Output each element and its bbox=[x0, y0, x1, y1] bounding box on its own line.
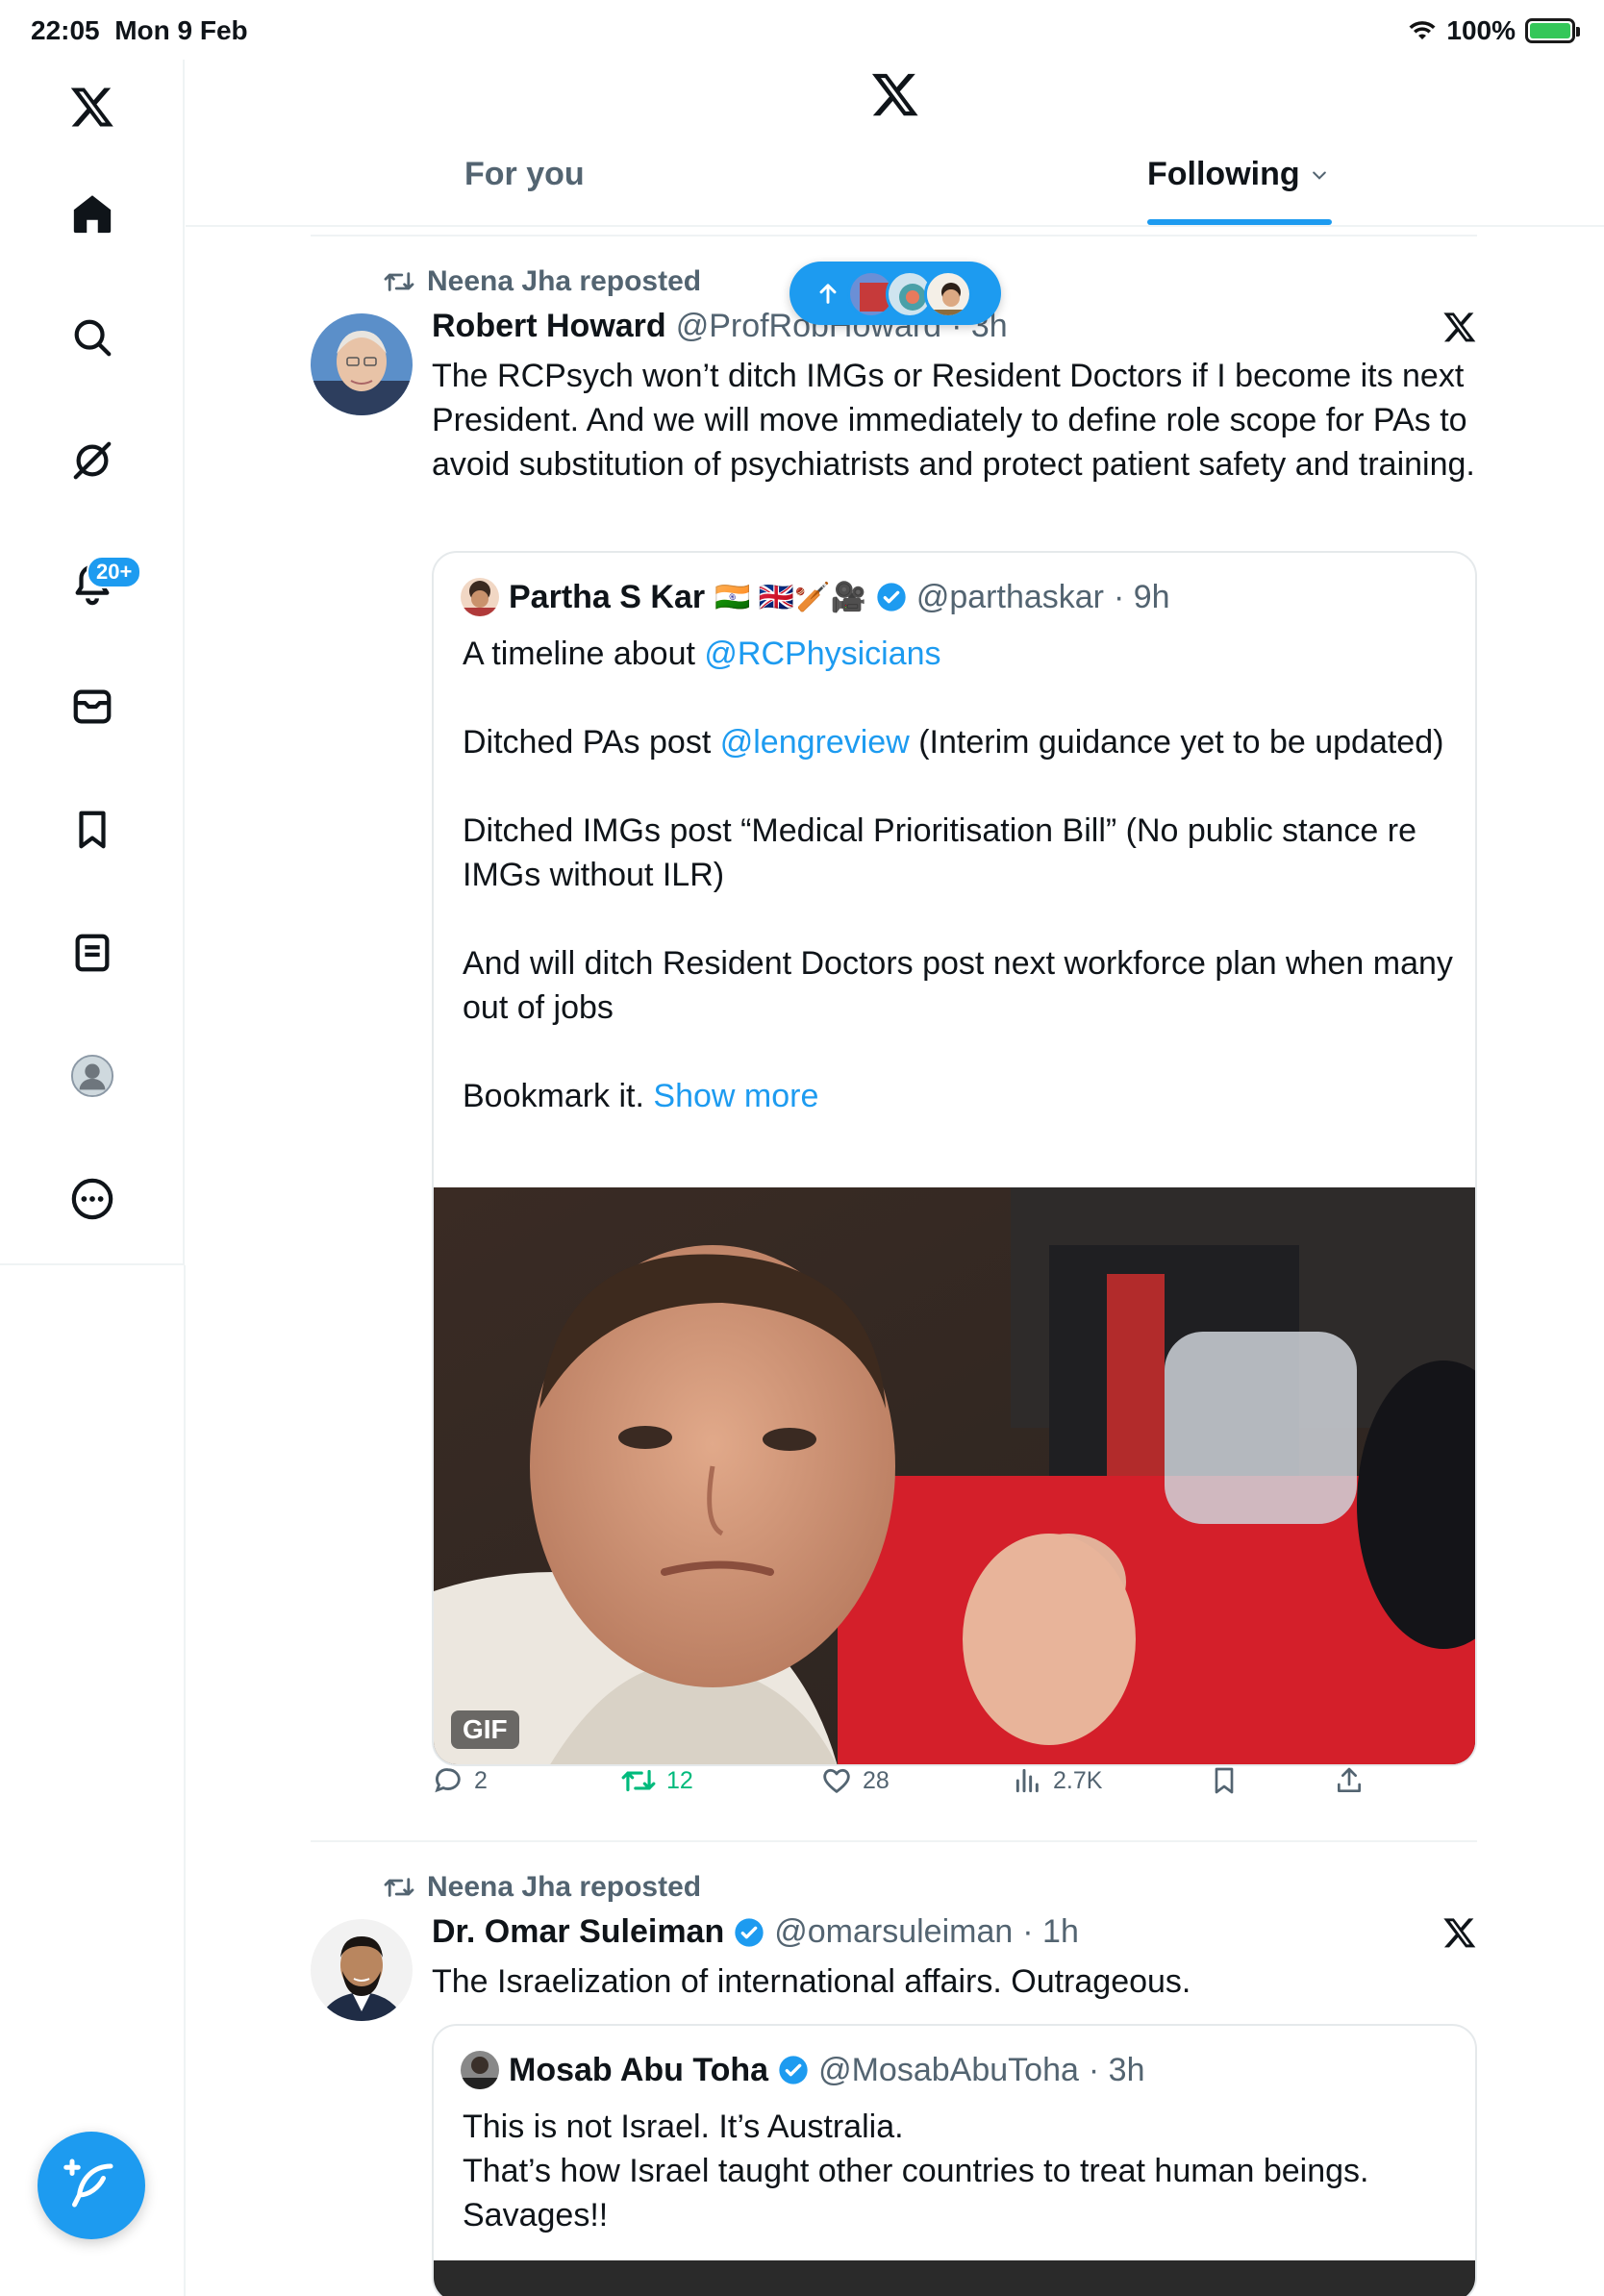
avatar bbox=[461, 2051, 499, 2089]
author-name[interactable]: Dr. Omar Suleiman bbox=[432, 1913, 724, 1951]
home-icon[interactable] bbox=[0, 192, 185, 237]
quote-text: This is not Israel. It’s Australia. That… bbox=[463, 2109, 1369, 2234]
profile-icon[interactable] bbox=[0, 1054, 185, 1098]
tab-for-you[interactable]: For you bbox=[464, 156, 585, 193]
bookmark-button[interactable] bbox=[1209, 1765, 1240, 1796]
quote-author-flags: 🇮🇳 🇬🇧🏏🎥 bbox=[714, 581, 866, 613]
more-icon[interactable] bbox=[0, 1177, 185, 1221]
quote-time: · 3h bbox=[1088, 2051, 1145, 2088]
compose-button[interactable] bbox=[38, 2132, 145, 2239]
repost-by-link[interactable]: Neena Jha reposted bbox=[427, 265, 701, 298]
repost-indicator: Neena Jha reposted bbox=[383, 1871, 701, 1904]
post-divider bbox=[311, 1840, 1477, 1842]
like-button[interactable]: 28 bbox=[820, 1764, 890, 1797]
timeline-header: For you Following bbox=[186, 60, 1604, 227]
messages-icon[interactable] bbox=[0, 685, 185, 729]
media-preview[interactable] bbox=[434, 2260, 1475, 2296]
bookmark-icon bbox=[1215, 1767, 1234, 1794]
feed-divider bbox=[311, 235, 1477, 237]
mention-link[interactable]: @lengreview bbox=[720, 724, 910, 761]
avatar bbox=[461, 578, 499, 616]
gif-media[interactable]: GIF bbox=[434, 1187, 1475, 1764]
repost-indicator: Neena Jha reposted bbox=[383, 265, 701, 298]
x-logo-icon[interactable] bbox=[1442, 310, 1477, 349]
search-icon[interactable] bbox=[0, 315, 185, 360]
arrow-up-icon bbox=[819, 284, 837, 304]
quote-text: A timeline about @RCPhysicians Ditched P… bbox=[463, 636, 1453, 1114]
repost-by-link[interactable]: Neena Jha reposted bbox=[427, 1871, 701, 1904]
views-icon bbox=[1015, 1768, 1039, 1793]
chevron-down-icon bbox=[1312, 171, 1326, 180]
heart-icon bbox=[823, 1768, 850, 1793]
views-button[interactable]: 2.7K bbox=[1013, 1765, 1102, 1796]
left-sidebar bbox=[0, 60, 185, 1265]
post-time[interactable]: · 1h bbox=[1022, 1913, 1079, 1951]
compose-icon bbox=[63, 2159, 113, 2208]
notification-badge: 20+ bbox=[87, 556, 142, 588]
x-logo-icon[interactable] bbox=[0, 84, 185, 130]
author-name[interactable]: Robert Howard bbox=[432, 308, 666, 345]
active-tab-indicator bbox=[1147, 219, 1332, 225]
post[interactable]: Neena Jha reposted Robert Howard @ProfRo… bbox=[311, 260, 1477, 1836]
quoted-post[interactable]: Mosab Abu Toha @MosabAbuToha · 3h This i… bbox=[432, 2024, 1477, 2296]
battery-percent: 100% bbox=[1446, 15, 1516, 45]
avatar[interactable] bbox=[311, 1919, 413, 2021]
tab-following[interactable]: Following bbox=[1147, 156, 1329, 193]
battery-icon bbox=[1525, 18, 1580, 43]
status-time: 22:05 Mon 9 Feb bbox=[31, 15, 248, 45]
status-bar: 22:05 Mon 9 Feb 100% bbox=[0, 0, 1604, 60]
share-icon bbox=[1338, 1767, 1361, 1792]
share-button[interactable] bbox=[1334, 1765, 1365, 1796]
post-author: Dr. Omar Suleiman @omarsuleiman · 1h bbox=[432, 1913, 1079, 1951]
quote-header: Mosab Abu Toha @MosabAbuToha · 3h bbox=[461, 2051, 1144, 2089]
gif-label: GIF bbox=[451, 1710, 519, 1749]
author-handle[interactable]: @omarsuleiman bbox=[774, 1913, 1013, 1951]
x-logo-icon[interactable] bbox=[1442, 1915, 1477, 1955]
verified-badge-icon bbox=[735, 1917, 764, 1947]
x-logo-icon[interactable] bbox=[870, 69, 920, 124]
repost-icon bbox=[621, 1769, 656, 1792]
lists-icon[interactable] bbox=[0, 931, 185, 975]
wifi-icon bbox=[1409, 21, 1436, 39]
reply-icon bbox=[435, 1768, 461, 1793]
quoted-post[interactable]: Partha S Kar 🇮🇳 🇬🇧🏏🎥 @parthaskar · 9h A … bbox=[432, 551, 1477, 1766]
mention-link[interactable]: @RCPhysicians bbox=[704, 636, 940, 672]
post-text: The RCPsych won’t ditch IMGs or Resident… bbox=[432, 358, 1475, 483]
quote-author-name[interactable]: Mosab Abu Toha bbox=[509, 2052, 768, 2089]
repost-icon bbox=[384, 272, 414, 291]
avatar[interactable] bbox=[311, 313, 413, 415]
quote-header: Partha S Kar 🇮🇳 🇬🇧🏏🎥 @parthaskar · 9h bbox=[461, 578, 1170, 616]
reply-button[interactable]: 2 bbox=[432, 1764, 488, 1797]
repost-icon bbox=[384, 1878, 414, 1897]
sidebar-divider bbox=[184, 1265, 186, 2296]
post[interactable]: Neena Jha reposted Dr. Omar Suleiman @om… bbox=[311, 1865, 1477, 2296]
status-right: 100% bbox=[1408, 15, 1580, 46]
quote-time: · 9h bbox=[1114, 578, 1170, 615]
show-more-link[interactable]: Show more bbox=[653, 1078, 818, 1114]
repost-button[interactable]: 12 bbox=[620, 1765, 693, 1796]
quote-author-handle[interactable]: @parthaskar bbox=[916, 579, 1104, 616]
post-text: The Israelization of international affai… bbox=[432, 1963, 1191, 2000]
quote-author-handle[interactable]: @MosabAbuToha bbox=[818, 2052, 1079, 2089]
new-posts-pill[interactable] bbox=[789, 262, 1001, 325]
grok-icon[interactable] bbox=[0, 438, 185, 483]
verified-badge-icon bbox=[877, 583, 906, 611]
quote-author-name[interactable]: Partha S Kar bbox=[509, 579, 705, 616]
bookmarks-icon[interactable] bbox=[0, 808, 185, 852]
avatar bbox=[924, 270, 972, 318]
verified-badge-icon bbox=[779, 2056, 808, 2084]
